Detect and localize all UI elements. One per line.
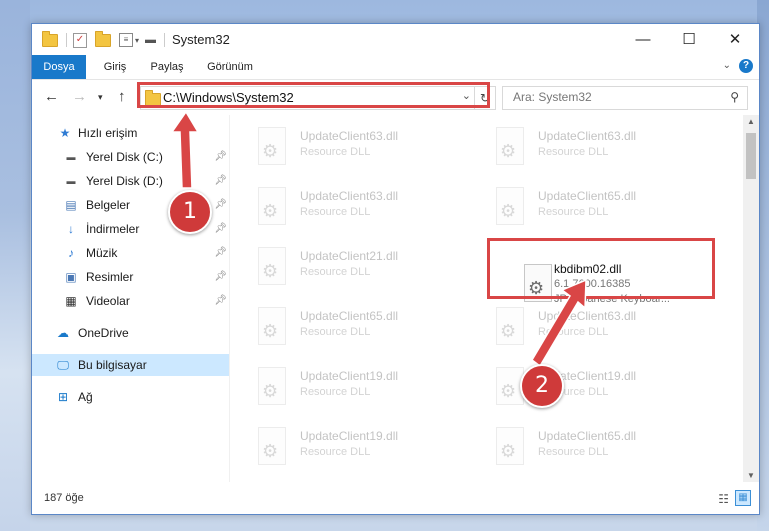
arrow-2 xyxy=(531,278,587,368)
callout-2: 2 xyxy=(520,364,564,408)
annotation-arrows xyxy=(170,110,587,368)
callout-1: 1 xyxy=(168,190,212,234)
arrow-1 xyxy=(170,110,200,189)
